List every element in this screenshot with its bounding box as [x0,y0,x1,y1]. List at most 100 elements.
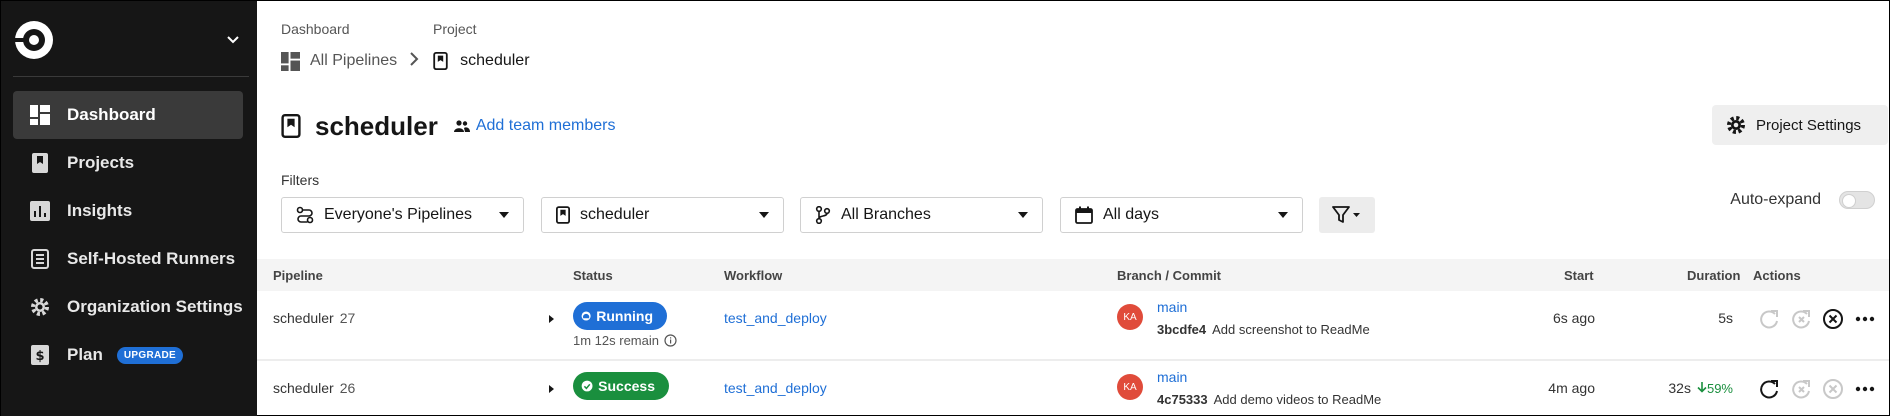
duration-value: 32s [1668,380,1691,396]
breadcrumb-all-pipelines[interactable]: All Pipelines [281,51,398,71]
pipeline-number: 26 [339,380,356,396]
pipeline-name[interactable]: scheduler 27 [273,310,355,326]
dashboard-icon [29,104,51,126]
commit-info[interactable]: 3bcdfe4 Add screenshot to ReadMe [1157,322,1370,337]
caret-down-icon [1018,212,1028,218]
status-label: Running [596,308,653,324]
expand-row-icon[interactable] [549,315,554,323]
pipeline-project: scheduler [273,380,334,396]
bookmark-icon [29,152,51,174]
duration: 5s [1718,310,1733,326]
branch-filter-select[interactable]: All Branches [800,197,1043,233]
breadcrumb-label-project: Project [433,21,477,37]
branch-filter-value: All Branches [841,206,931,223]
sidebar-item-dashboard[interactable]: Dashboard [13,91,243,139]
duration-delta: 59% [1697,381,1733,396]
main-content: Dashboard Project All Pipelines schedule… [257,1,1889,416]
pipelines-filter-select[interactable]: Everyone's Pipelines [281,197,524,233]
workflow-link[interactable]: test_and_deploy [724,380,827,396]
project-settings-button[interactable]: Project Settings [1712,105,1888,145]
sidebar-item-self-hosted-runners[interactable]: Self-Hosted Runners [13,235,243,283]
table-row: scheduler 26 Success test_and_deploy KA m… [257,363,1889,416]
start-time: 6s ago [1552,310,1595,326]
date-filter-value: All days [1103,206,1160,223]
running-icon [581,311,591,321]
column-header-actions: Actions [1753,268,1801,283]
avatar: KA [1117,304,1143,330]
sidebar-item-insights[interactable]: Insights [13,187,243,235]
breadcrumb-all-pipelines-label: All Pipelines [310,52,398,69]
info-icon[interactable] [664,334,677,347]
sidebar-item-label: Self-Hosted Runners [67,249,236,268]
auto-expand-control: Auto-expand [1730,191,1875,209]
pipeline-number: 27 [339,310,356,326]
filters-label: Filters [281,172,320,188]
sidebar-item-organization-settings[interactable]: Organization Settings [13,283,243,331]
auto-expand-toggle[interactable] [1839,191,1875,209]
project-filter-select[interactable]: scheduler [541,197,784,233]
upgrade-badge[interactable]: UPGRADE [116,346,184,364]
column-header-start: Start [1564,268,1594,283]
git-branch-icon [815,206,831,224]
status-label: Success [598,378,655,394]
commit-message: Add demo videos to ReadMe [1213,392,1382,407]
rerun-failed-icon [1789,307,1813,331]
branch-link[interactable]: main [1157,369,1187,385]
add-team-members-link[interactable]: Add team members [453,117,616,135]
page-header: scheduler Add team members [281,109,615,143]
expand-row-icon[interactable] [549,385,554,393]
commit-info[interactable]: 4c75333 Add demo videos to ReadMe [1157,392,1381,407]
status-badge-running[interactable]: Running [573,302,667,330]
status-badge-success[interactable]: Success [573,372,669,400]
caret-down-icon [499,212,509,218]
sidebar-item-label: Plan [67,345,103,364]
cancel-workflow-icon [1821,377,1845,401]
rerun-icon[interactable] [1757,377,1781,401]
bar-chart-icon [29,200,51,222]
column-header-status: Status [573,268,613,283]
table-row: scheduler 27 Running 1m 12s remain test_a… [257,293,1889,361]
rerun-failed-icon [1789,377,1813,401]
bookmark-icon [281,114,301,138]
runners-icon [29,248,51,270]
row-divider [257,359,1889,361]
branch-link[interactable]: main [1157,299,1187,315]
duration-delta-value: 59% [1706,381,1733,396]
row-actions [1757,377,1877,401]
sidebar-item-projects[interactable]: Projects [13,139,243,187]
calendar-icon [1075,206,1093,224]
column-header-branch-commit: Branch / Commit [1117,268,1222,283]
time-remaining-label: 1m 12s remain [573,333,659,348]
more-options-icon[interactable] [1853,307,1877,331]
breadcrumb-project[interactable]: scheduler [433,52,530,70]
add-team-members-label: Add team members [475,117,616,134]
sidebar: Dashboard Projects Insights Self-Hosted … [1,1,257,416]
sidebar-item-plan[interactable]: $ Plan UPGRADE [13,331,243,379]
workflow-link[interactable]: test_and_deploy [724,310,827,326]
column-header-duration: Duration [1687,268,1741,283]
more-options-icon[interactable] [1853,377,1877,401]
check-circle-icon [581,380,593,392]
dashboard-icon [281,51,300,71]
chevron-right-icon [409,51,419,71]
pipeline-name[interactable]: scheduler 26 [273,380,355,396]
org-switcher[interactable] [1,1,257,77]
rerun-icon [1757,307,1781,331]
gear-icon [1727,116,1745,134]
breadcrumb-label-dashboard: Dashboard [281,21,350,37]
sidebar-nav: Dashboard Projects Insights Self-Hosted … [13,91,243,379]
advanced-filter-button[interactable] [1319,197,1375,233]
sidebar-item-label: Dashboard [67,105,156,124]
auto-expand-label: Auto-expand [1730,191,1821,208]
arrow-down-icon [1697,382,1707,393]
people-icon [453,120,470,132]
bookmark-icon [556,206,570,224]
cancel-workflow-icon[interactable] [1821,307,1845,331]
time-remaining: 1m 12s remain [573,333,677,348]
page-title: scheduler [315,110,438,141]
table-header: Pipeline Status Workflow Branch / Commit… [257,259,1889,291]
project-filter-value: scheduler [580,206,650,223]
commit-hash: 4c75333 [1157,392,1208,407]
date-filter-select[interactable]: All days [1060,197,1303,233]
duration: 32s 59% [1668,380,1733,396]
